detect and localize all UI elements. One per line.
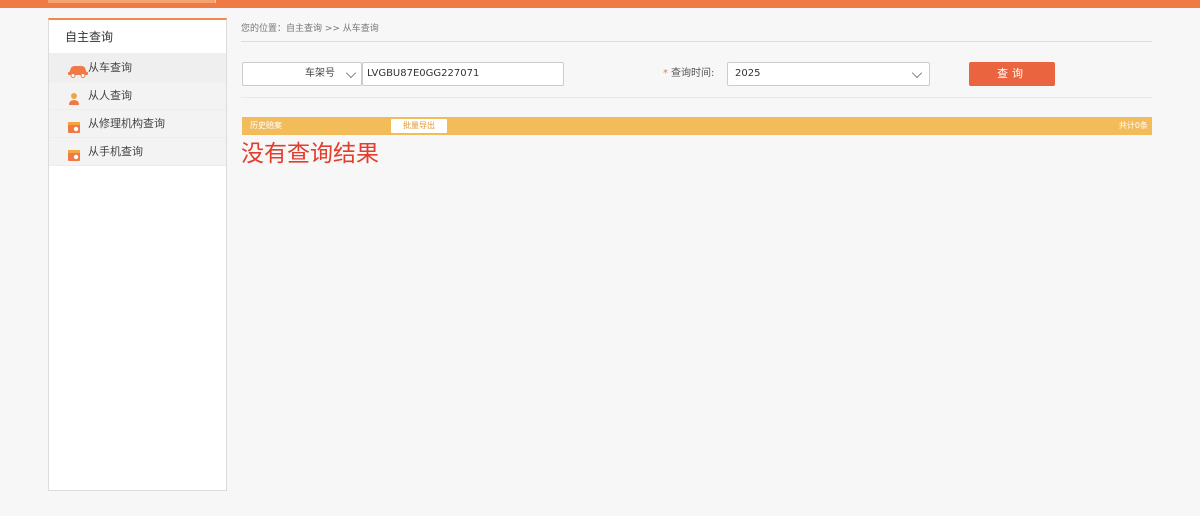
- chevron-down-icon: [911, 67, 923, 79]
- sidebar-item-person-query[interactable]: 从人查询: [49, 82, 226, 110]
- no-result-message: 没有查询结果: [241, 141, 379, 167]
- sidebar: 自主查询 从车查询 从人查询 从修理机构查询 从手机查询: [48, 18, 227, 491]
- sidebar-title: 自主查询: [49, 20, 226, 54]
- batch-export-button[interactable]: 批量导出: [391, 119, 447, 133]
- sidebar-item-label: 从人查询: [88, 88, 132, 102]
- sidebar-item-repair-shop-query[interactable]: 从修理机构查询: [49, 110, 226, 138]
- query-year-select[interactable]: 2025: [727, 62, 930, 86]
- query-time-text: 查询时间:: [671, 68, 715, 79]
- query-time-label: * 查询时间:: [663, 62, 714, 86]
- person-icon: [67, 89, 83, 105]
- chevron-down-icon: [345, 67, 357, 79]
- history-claims-label: 历史赔案: [250, 121, 282, 130]
- vin-input[interactable]: LVGBU87E0GG227071: [362, 62, 564, 86]
- query-row: 车架号 LVGBU87E0GG227071 * 查询时间: 2025 查询: [241, 62, 1152, 98]
- repair-shop-icon: [67, 117, 83, 133]
- sidebar-item-label: 从车查询: [88, 60, 132, 74]
- top-header-bar: [0, 0, 1200, 8]
- history-claims-bar: 历史赔案 批量导出 共计0条: [242, 117, 1152, 135]
- phone-icon: [67, 145, 83, 161]
- query-type-select[interactable]: 车架号: [242, 62, 362, 86]
- car-icon: [67, 61, 88, 78]
- main-content: 您的位置：自主查询 >> 从车查询 车架号 LVGBU87E0GG227071 …: [241, 18, 1152, 488]
- required-mark: *: [663, 68, 668, 79]
- query-button[interactable]: 查询: [969, 62, 1055, 86]
- logo-strip: [48, 0, 216, 3]
- sidebar-item-vehicle-query[interactable]: 从车查询: [49, 54, 226, 82]
- result-count: 共计0条: [1118, 121, 1148, 130]
- breadcrumb-text: 您的位置：自主查询 >> 从车查询: [241, 24, 379, 34]
- breadcrumb: 您的位置：自主查询 >> 从车查询: [241, 18, 1152, 42]
- sidebar-item-label: 从修理机构查询: [88, 116, 165, 130]
- sidebar-item-phone-query[interactable]: 从手机查询: [49, 138, 226, 166]
- sidebar-item-label: 从手机查询: [88, 144, 143, 158]
- query-year-value: 2025: [735, 68, 761, 79]
- query-type-value: 车架号: [305, 68, 335, 79]
